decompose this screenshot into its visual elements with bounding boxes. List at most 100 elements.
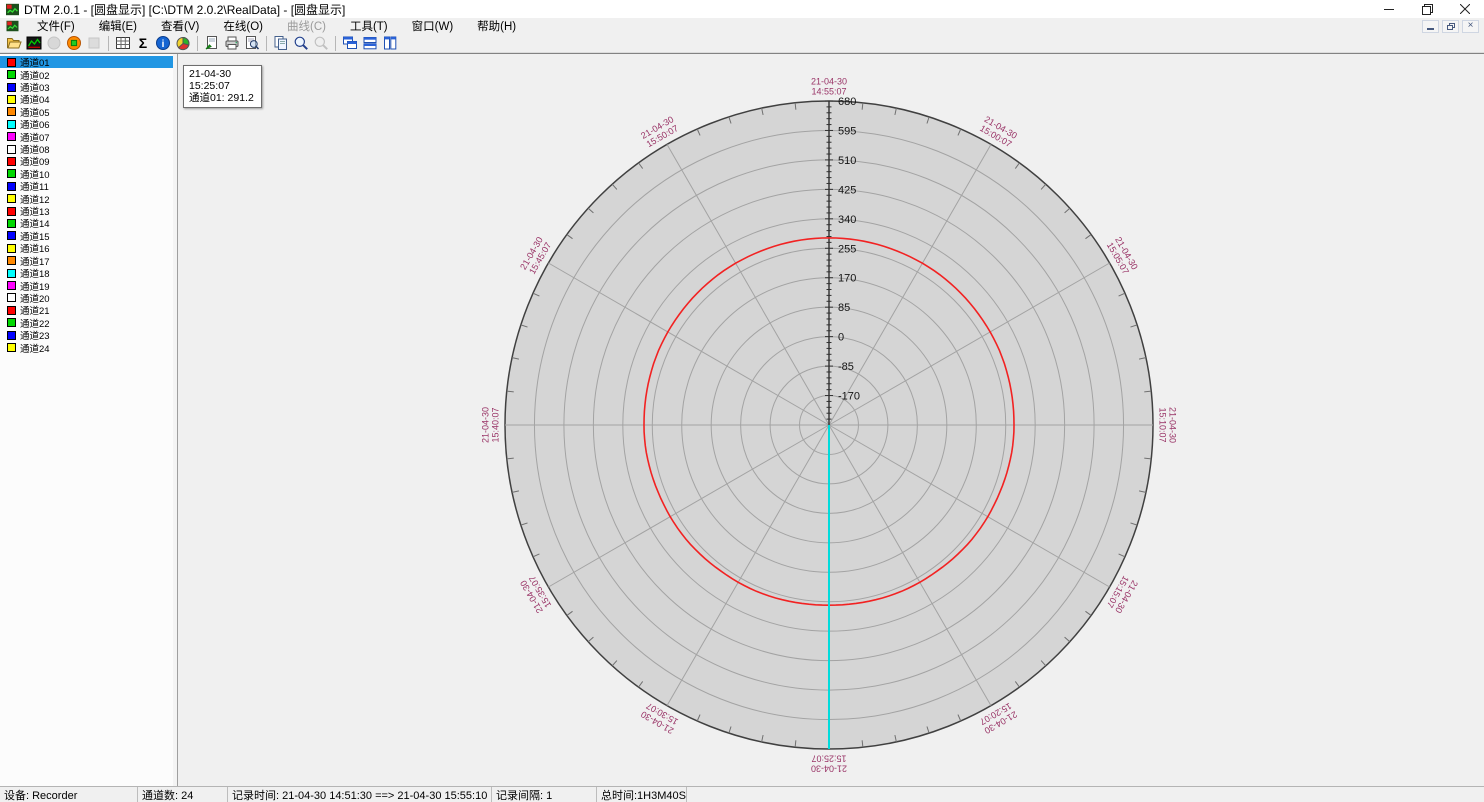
channel-list-item-19[interactable]: 通道19 xyxy=(0,279,173,291)
toolbar-record-start-button xyxy=(44,34,64,52)
toolbar-cascade-windows-button[interactable] xyxy=(340,34,360,52)
channel-list-item-8[interactable]: 通道08 xyxy=(0,143,173,155)
toolbar-record-stop-button xyxy=(84,34,104,52)
toolbar-print-preview-button[interactable] xyxy=(242,34,262,52)
radial-axis-label: 255 xyxy=(838,243,856,255)
radial-axis-label: 0 xyxy=(838,332,844,344)
time-label: 21-04-3015:10:07 xyxy=(1158,407,1178,443)
toolbar-trend-view-button[interactable] xyxy=(24,34,44,52)
child-minimize-button[interactable] xyxy=(1422,20,1439,33)
toolbar-separator xyxy=(108,36,109,51)
channel-list-item-6[interactable]: 通道06 xyxy=(0,118,173,130)
child-restore-button[interactable] xyxy=(1442,20,1459,33)
data-tooltip: 21-04-3015:25:07通道01: 291.2 xyxy=(183,65,262,108)
status-section-4: 总时间:1H3M40S xyxy=(597,787,687,802)
toolbar-zoom-out-button xyxy=(311,34,331,52)
toolbar: Σi xyxy=(0,34,1484,53)
toolbar-info-button[interactable]: i xyxy=(153,34,173,52)
channel-color-swatch xyxy=(7,219,16,228)
channel-color-swatch xyxy=(7,343,16,352)
channel-list-item-9[interactable]: 通道09 xyxy=(0,155,173,167)
menu-item-3[interactable]: 在线(O) xyxy=(211,17,275,35)
channel-list-item-20[interactable]: 通道20 xyxy=(0,292,173,304)
toolbar-pie-report-button[interactable] xyxy=(173,34,193,52)
channel-color-swatch xyxy=(7,244,16,253)
toolbar-export-button[interactable] xyxy=(202,34,222,52)
channel-list-item-16[interactable]: 通道16 xyxy=(0,242,173,254)
time-label: 21-04-3015:25:07 xyxy=(811,754,847,774)
minimize-button[interactable] xyxy=(1370,0,1408,18)
toolbar-tile-horizontal-button[interactable] xyxy=(360,34,380,52)
channel-label: 通道24 xyxy=(20,341,50,355)
radial-axis-label: 170 xyxy=(838,273,856,285)
child-window-controls: × xyxy=(1422,20,1484,33)
polar-chart[interactable]: 680595510425340255170850-85-17021-04-301… xyxy=(178,54,1484,786)
menu-item-1[interactable]: 编辑(E) xyxy=(87,17,149,35)
channel-color-swatch xyxy=(7,194,16,203)
child-window-icon[interactable] xyxy=(6,20,19,32)
channel-color-swatch xyxy=(7,256,16,265)
channel-list-item-1[interactable]: 通道01 xyxy=(0,56,173,68)
menu-item-2[interactable]: 查看(V) xyxy=(149,17,211,35)
channel-color-swatch xyxy=(7,331,16,340)
channel-list-item-24[interactable]: 通道24 xyxy=(0,341,173,353)
channel-list-item-22[interactable]: 通道22 xyxy=(0,317,173,329)
toolbar-open-file-button[interactable] xyxy=(4,34,24,52)
channel-list-item-7[interactable]: 通道07 xyxy=(0,130,173,142)
channel-list-item-4[interactable]: 通道04 xyxy=(0,93,173,105)
menu-item-7[interactable]: 帮助(H) xyxy=(465,17,528,35)
tooltip-line-2: 通道01: 291.2 xyxy=(189,92,254,104)
titlebar[interactable]: DTM 2.0.1 - [圆盘显示] [C:\DTM 2.0.2\RealDat… xyxy=(0,0,1484,18)
channel-color-swatch xyxy=(7,107,16,116)
toolbar-print-button[interactable] xyxy=(222,34,242,52)
app-icon xyxy=(6,3,19,16)
channel-color-swatch xyxy=(7,83,16,92)
channel-color-swatch xyxy=(7,95,16,104)
channel-list-item-23[interactable]: 通道23 xyxy=(0,329,173,341)
menubar: 文件(F)编辑(E)查看(V)在线(O)曲线(C)工具(T)窗口(W)帮助(H)… xyxy=(0,18,1484,34)
status-section-3: 记录间隔: 1 xyxy=(492,787,597,802)
window-title: DTM 2.0.1 - [圆盘显示] [C:\DTM 2.0.2\RealDat… xyxy=(24,1,345,18)
toolbar-statistics-sigma-button[interactable]: Σ xyxy=(133,34,153,52)
channel-list-item-3[interactable]: 通道03 xyxy=(0,81,173,93)
status-section-0: 设备: Recorder xyxy=(0,787,138,802)
toolbar-online-record-button[interactable] xyxy=(64,34,84,52)
channel-color-swatch xyxy=(7,182,16,191)
toolbar-tile-vertical-button[interactable] xyxy=(380,34,400,52)
channel-list-item-11[interactable]: 通道11 xyxy=(0,180,173,192)
svg-text:21-04-3015:25:07: 21-04-3015:25:07 xyxy=(811,754,847,774)
radial-axis-label: -170 xyxy=(838,391,860,403)
menu-item-0[interactable]: 文件(F) xyxy=(25,17,87,35)
toolbar-separator xyxy=(266,36,267,51)
restore-button[interactable] xyxy=(1408,0,1446,18)
channel-list-item-5[interactable]: 通道05 xyxy=(0,106,173,118)
radial-axis-label: 85 xyxy=(838,302,850,314)
toolbar-data-table-button[interactable] xyxy=(113,34,133,52)
toolbar-copy-button[interactable] xyxy=(271,34,291,52)
channel-color-swatch xyxy=(7,231,16,240)
channel-list-item-12[interactable]: 通道12 xyxy=(0,192,173,204)
channel-color-swatch xyxy=(7,132,16,141)
channel-color-swatch xyxy=(7,318,16,327)
toolbar-zoom-in-button[interactable] xyxy=(291,34,311,52)
window-controls xyxy=(1370,0,1484,18)
child-close-button[interactable]: × xyxy=(1462,20,1479,33)
channel-color-swatch xyxy=(7,207,16,216)
radial-axis-label: 595 xyxy=(838,125,856,137)
channel-list-item-21[interactable]: 通道21 xyxy=(0,304,173,316)
channel-list-item-13[interactable]: 通道13 xyxy=(0,205,173,217)
channel-list-item-10[interactable]: 通道10 xyxy=(0,168,173,180)
close-button[interactable] xyxy=(1446,0,1484,18)
menu-item-6[interactable]: 窗口(W) xyxy=(400,17,466,35)
channel-list-item-18[interactable]: 通道18 xyxy=(0,267,173,279)
svg-text:21-04-3014:55:07: 21-04-3014:55:07 xyxy=(811,77,847,97)
channel-color-swatch xyxy=(7,157,16,166)
channel-color-swatch xyxy=(7,281,16,290)
channel-list-item-15[interactable]: 通道15 xyxy=(0,230,173,242)
channel-color-swatch xyxy=(7,145,16,154)
channel-list-item-2[interactable]: 通道02 xyxy=(0,68,173,80)
channel-list-item-17[interactable]: 通道17 xyxy=(0,255,173,267)
channel-list-item-14[interactable]: 通道14 xyxy=(0,217,173,229)
menu-item-5[interactable]: 工具(T) xyxy=(338,17,400,35)
svg-text:Σ: Σ xyxy=(139,35,147,51)
